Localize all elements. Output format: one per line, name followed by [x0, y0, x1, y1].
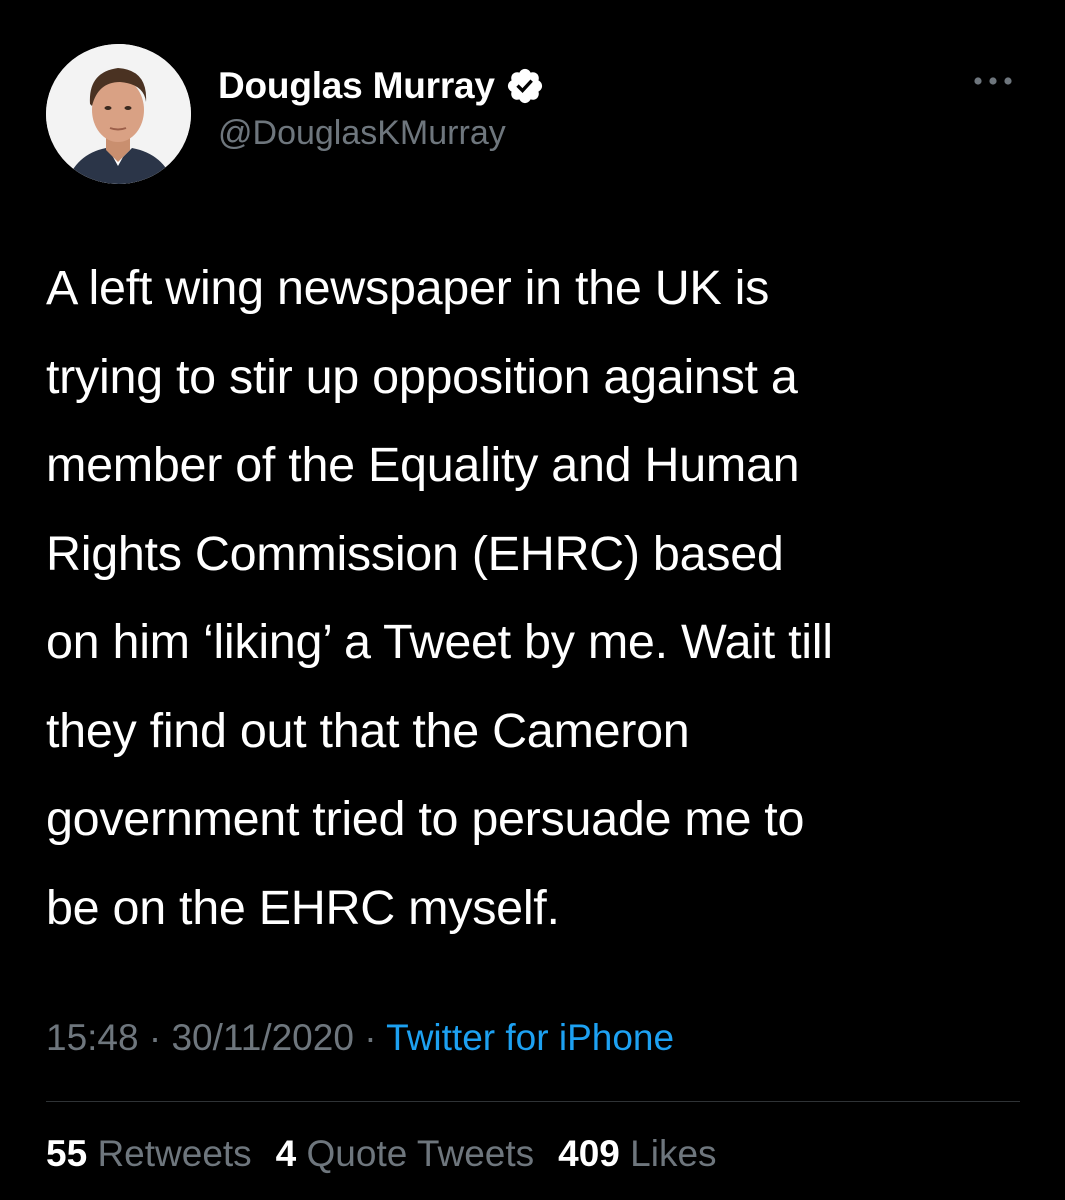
divider — [46, 1101, 1020, 1102]
author-info[interactable]: Douglas Murray @DouglasKMurray — [218, 60, 545, 153]
likes-count: 409 — [558, 1133, 620, 1174]
tweet-date[interactable]: 30/11/2020 — [171, 1017, 353, 1058]
tweet-meta: 15:48 · 30/11/2020 · Twitter for iPhone — [46, 1017, 674, 1059]
profile-photo — [46, 44, 191, 184]
verified-badge-icon — [505, 66, 545, 106]
retweets-label: Retweets — [97, 1133, 252, 1174]
quote-tweets-label: Quote Tweets — [306, 1133, 535, 1174]
tweet-text-line: government tried to persuade me to — [46, 792, 805, 846]
quote-tweets-stat[interactable]: 4 Quote Tweets — [276, 1133, 534, 1175]
retweets-stat[interactable]: 55 Retweets — [46, 1133, 252, 1175]
avatar[interactable] — [46, 44, 191, 184]
tweet-text-line: on him ‘liking’ a Tweet by me. Wait till — [46, 615, 833, 669]
tweet-text-line: A left wing newspaper in the UK is — [46, 261, 770, 315]
tweet-stats: 55 Retweets 4 Quote Tweets 409 Likes — [46, 1133, 717, 1175]
tweet-time[interactable]: 15:48 — [46, 1017, 139, 1058]
tweet-source-link[interactable]: Twitter for iPhone — [386, 1017, 674, 1058]
tweet-text: A left wing newspaper in the UK is tryin… — [46, 244, 1036, 952]
quote-tweets-count: 4 — [275, 1133, 297, 1174]
likes-label: Likes — [630, 1133, 717, 1174]
tweet-text-line: Rights Commission (EHRC) based — [46, 526, 784, 581]
likes-stat[interactable]: 409 Likes — [558, 1133, 716, 1175]
tweet-detail: Douglas Murray @DouglasKMurray A left wi… — [0, 0, 1065, 1200]
tweet-text-line: member of the Equality and Human — [46, 438, 800, 492]
more-options-icon[interactable] — [970, 70, 1016, 92]
tweet-text-line: they find out that the Cameron — [46, 703, 690, 758]
meta-separator: · — [148, 1017, 162, 1058]
tweet-text-line: trying to stir up opposition against a — [46, 349, 798, 404]
tweet-text-line: be on the EHRC myself. — [46, 880, 560, 935]
meta-separator: · — [364, 1017, 377, 1058]
display-name[interactable]: Douglas Murray — [218, 65, 495, 107]
handle[interactable]: @DouglasKMurray — [218, 114, 545, 153]
retweets-count: 55 — [46, 1133, 88, 1174]
